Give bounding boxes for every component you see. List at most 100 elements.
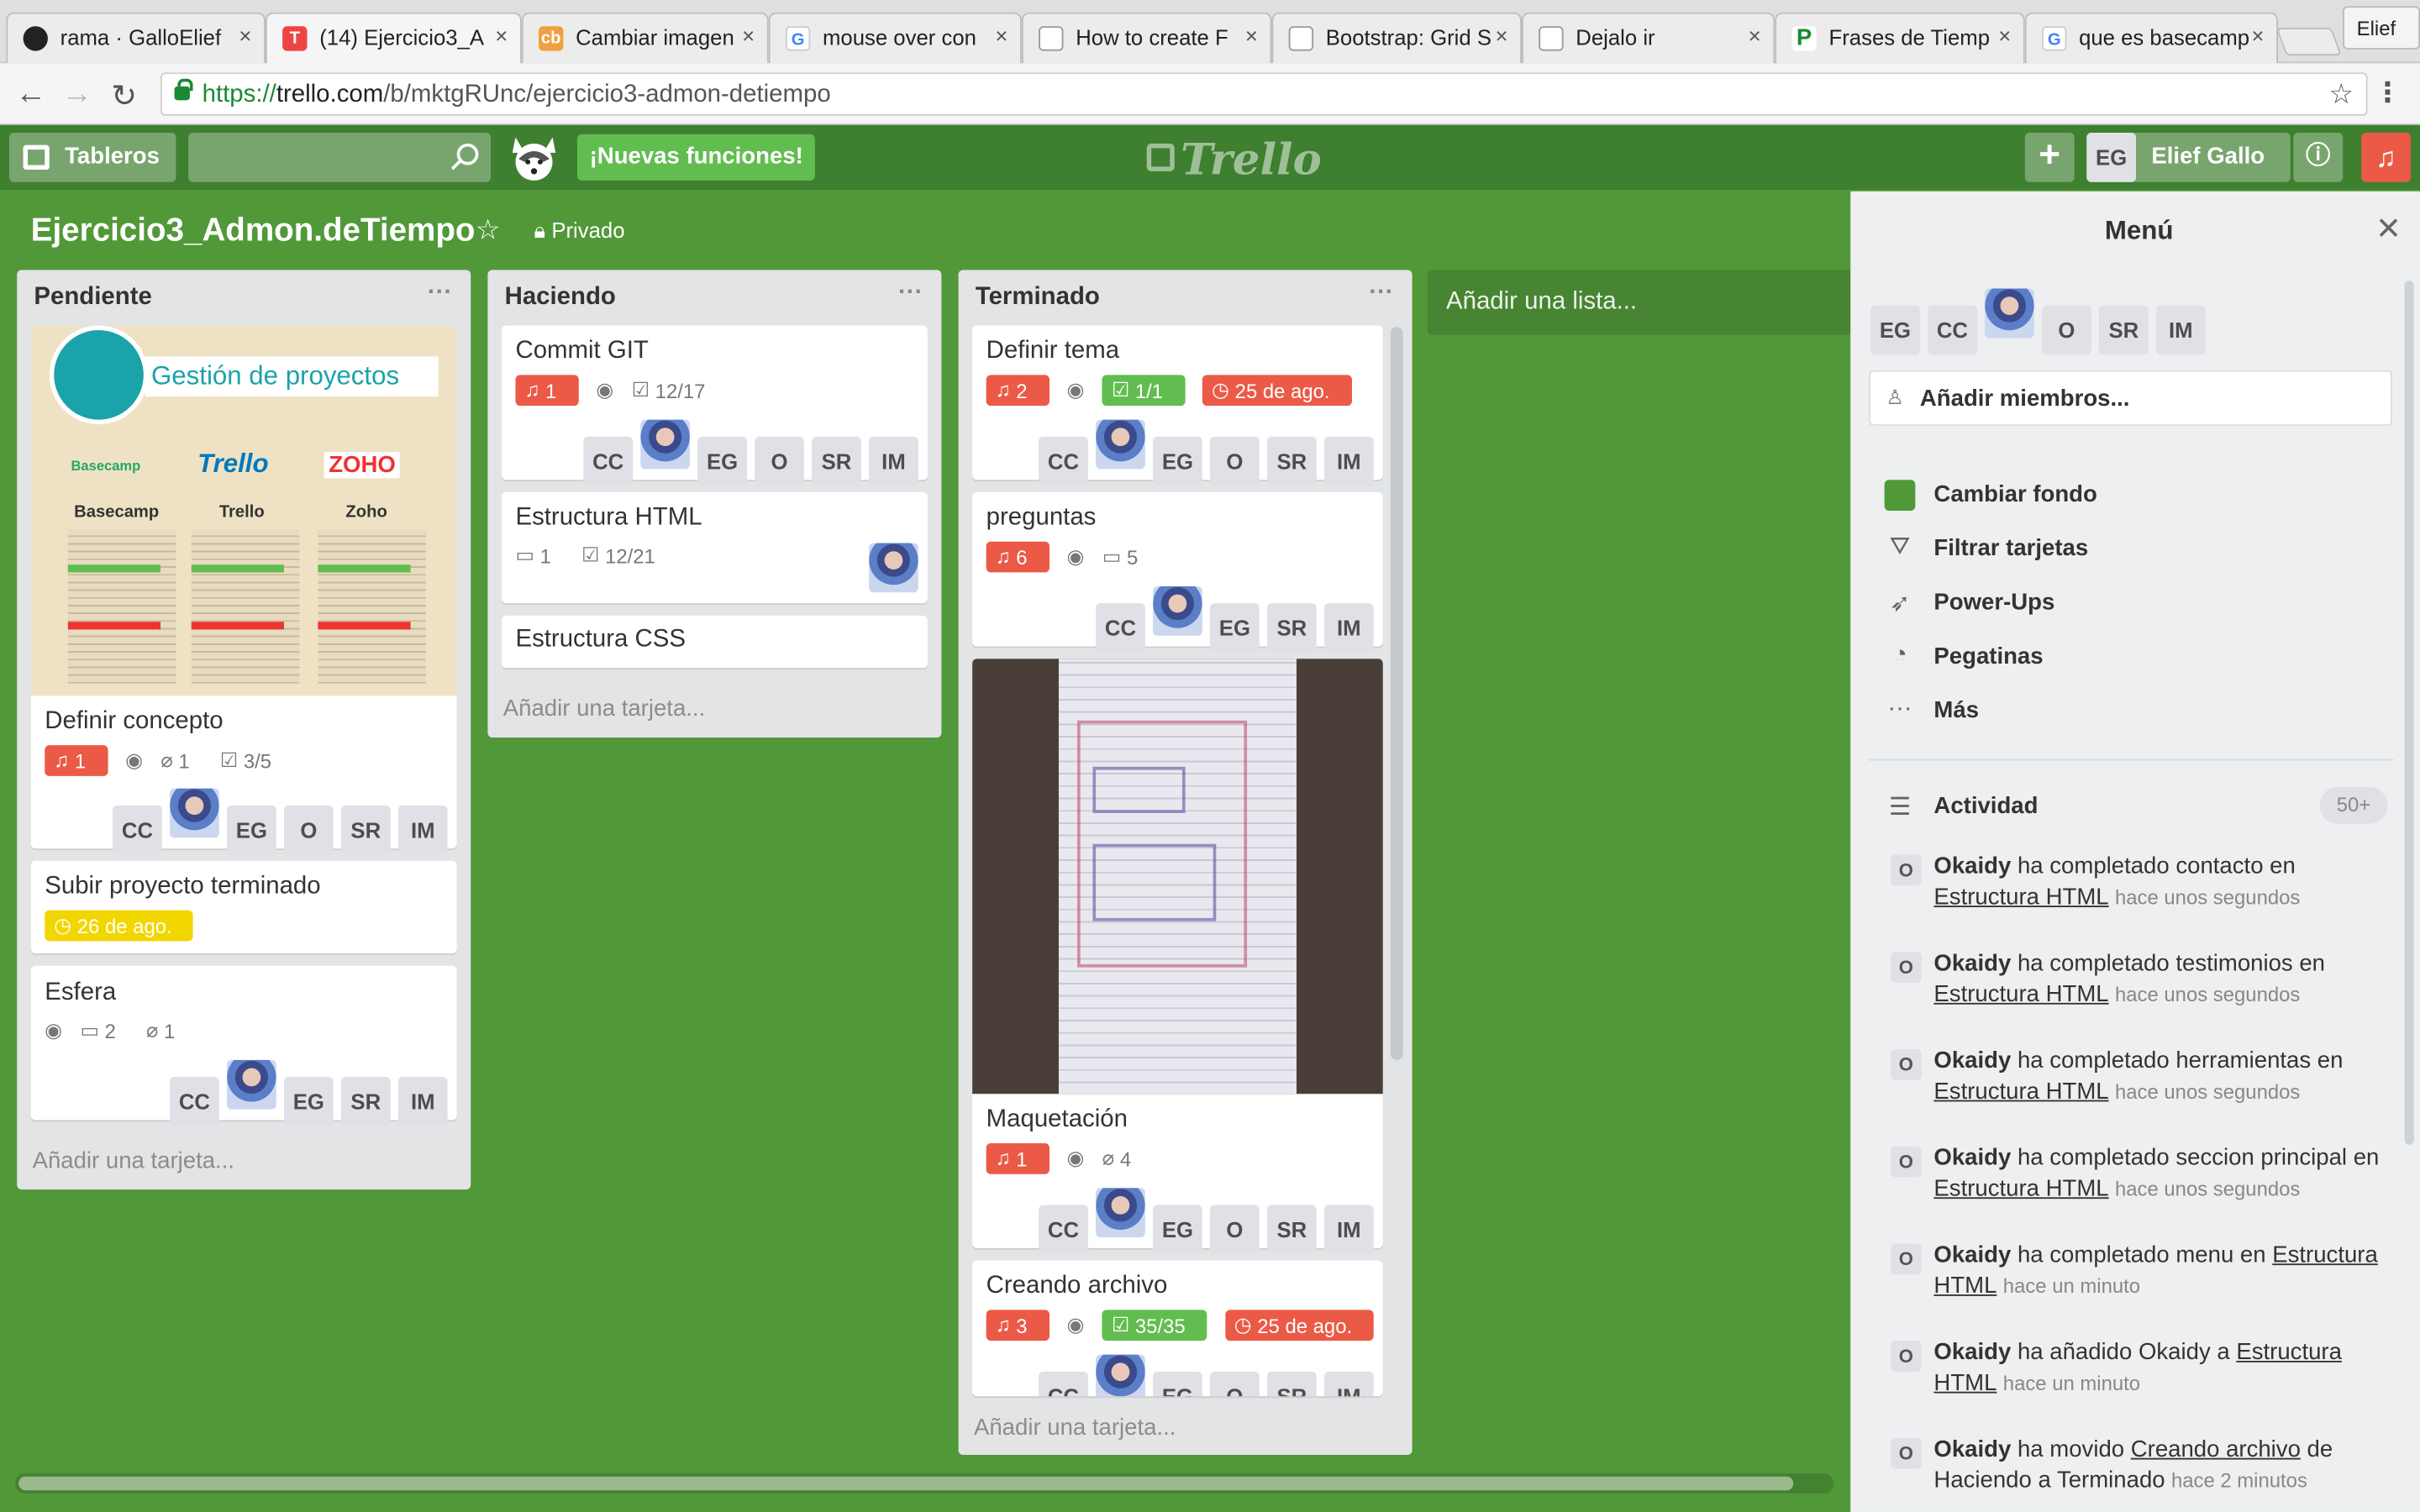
close-icon[interactable]: × <box>2251 24 2264 48</box>
member-avatar[interactable]: IM <box>397 805 448 855</box>
member-avatar[interactable]: SR <box>1266 436 1317 486</box>
card-estructura-css[interactable]: Estructura CSS <box>501 615 928 669</box>
add-members-button[interactable]: ♙ Añadir miembros... <box>1869 370 2392 426</box>
member-avatar[interactable]: IM <box>1323 603 1374 653</box>
member-avatar[interactable]: O <box>1209 436 1260 486</box>
member-avatar[interactable]: CC <box>1039 436 1088 486</box>
forward-icon[interactable]: → <box>61 77 92 113</box>
tab-dejalo-ir[interactable]: Dejalo ir × <box>1522 12 1776 64</box>
add-card-button[interactable]: Añadir una tarjeta... <box>33 1148 234 1174</box>
member-avatar[interactable]: IM <box>1323 436 1374 486</box>
close-icon[interactable]: × <box>495 24 508 48</box>
add-card-button[interactable]: Añadir una tarjeta... <box>503 696 705 722</box>
activity-card-link[interactable]: Estructura HTML <box>1933 981 2108 1007</box>
activity-card-link[interactable]: Creando archivo <box>2131 1436 2301 1462</box>
scrollbar-thumb[interactable] <box>18 1476 1794 1491</box>
member-avatar-photo[interactable] <box>170 788 219 838</box>
list-title[interactable]: Pendiente <box>34 284 151 312</box>
member-avatar-photo[interactable] <box>1096 1354 1145 1397</box>
tab-how-to-create[interactable]: How to create F × <box>1021 12 1272 64</box>
tab-frases[interactable]: P Frases de Tiemp × <box>1775 12 2025 64</box>
member-avatar-photo[interactable] <box>1096 419 1145 470</box>
profile-button[interactable]: Elief <box>2343 6 2420 50</box>
member-avatar[interactable]: SR <box>812 436 861 486</box>
menu-item-power-ups[interactable]: Power-Ups <box>1933 590 2054 616</box>
member-avatar[interactable]: EG <box>1153 436 1202 486</box>
star-icon[interactable]: ☆ <box>476 214 501 247</box>
list-menu-icon[interactable]: ··· <box>898 279 923 307</box>
card-commit-git[interactable]: Commit GIT ♫ 1 ◉ ☑ 12/17 CC EG O SR IM <box>501 325 928 486</box>
visibility-button[interactable]: 🔒︎ Privado <box>534 218 625 244</box>
member-avatar[interactable]: O <box>755 436 804 486</box>
member-avatar[interactable]: IM <box>2155 305 2206 355</box>
board-horizontal-scrollbar[interactable] <box>15 1473 1834 1494</box>
tab-mouse-over[interactable]: Gmouse over con × <box>768 12 1022 64</box>
member-avatar-photo[interactable] <box>640 419 691 470</box>
member-avatar[interactable]: CC <box>170 1077 219 1126</box>
member-avatar-photo[interactable] <box>1985 288 2034 339</box>
member-avatar[interactable]: CC <box>113 805 162 855</box>
member-avatar[interactable]: O <box>1209 1205 1260 1255</box>
member-avatar[interactable]: SR <box>1266 1371 1317 1397</box>
close-icon[interactable]: × <box>1749 24 1761 48</box>
card-maquetacion[interactable]: Maquetación ♫ 1 ◉ ⌀ 4 CC EG O SR IM <box>972 659 1383 1255</box>
back-icon[interactable]: ← <box>15 77 46 113</box>
card-estructura-html[interactable]: Estructura HTML ▭ 1 ☑ 12/21 <box>501 491 928 604</box>
member-avatar[interactable]: O <box>1209 1371 1260 1397</box>
activity-count-badge[interactable]: 50+ <box>2319 786 2388 824</box>
browser-menu-icon[interactable]: ⋮ <box>2374 77 2402 110</box>
add-card-button[interactable]: Añadir una tarjeta... <box>974 1415 1176 1441</box>
member-avatar[interactable]: EG <box>1153 1205 1202 1255</box>
list-title[interactable]: Terminado <box>976 284 1100 312</box>
notifications-bell-icon[interactable]: ♫ <box>2361 132 2411 182</box>
new-features-button[interactable]: ¡Nuevas funciones! <box>576 134 816 181</box>
tab-bootstrap[interactable]: Bootstrap: Grid S × <box>1271 12 1523 64</box>
menu-item-filtrar-tarjetas[interactable]: Filtrar tarjetas <box>1933 535 2088 561</box>
menu-item-pegatinas[interactable]: Pegatinas <box>1933 643 2043 669</box>
member-avatar[interactable]: EG <box>226 805 276 855</box>
list-pendiente[interactable]: Pendiente ··· Gestión de proyectos Basec… <box>17 270 471 1190</box>
card-esfera[interactable]: Esfera ◉ ▭ 2 ⌀ 1 CC EG SR IM <box>30 965 457 1126</box>
member-avatar[interactable]: CC <box>1928 305 1977 355</box>
user-menu-button[interactable]: EG Elief Gallo <box>2086 132 2291 182</box>
card-definir-concepto[interactable]: Gestión de proyectos Basecamp Trello ZOH… <box>30 325 457 855</box>
list-menu-icon[interactable]: ··· <box>1369 279 1393 307</box>
member-avatar-photo[interactable] <box>1096 1188 1145 1238</box>
close-icon[interactable]: × <box>995 24 1007 48</box>
list-terminado[interactable]: Terminado ··· Definir tema ♫ 2 ◉ ☑ 1/1 ◷… <box>958 270 1413 1456</box>
member-avatar[interactable]: SR <box>340 1077 391 1126</box>
close-icon[interactable]: × <box>239 24 251 48</box>
menu-item-cambiar-fondo[interactable]: Cambiar fondo <box>1933 481 2096 507</box>
trello-logo[interactable]: Trello <box>1146 134 1322 185</box>
close-icon[interactable]: × <box>1245 24 1258 48</box>
card-subir-proyecto[interactable]: Subir proyecto terminado ◷ 26 de ago. <box>30 860 457 954</box>
member-avatar[interactable]: IM <box>1323 1371 1374 1397</box>
add-list-button[interactable]: Añadir una lista... <box>1427 270 1853 335</box>
member-avatar[interactable]: SR <box>340 805 391 855</box>
close-icon[interactable]: × <box>1998 24 2011 48</box>
card-creando-archivo[interactable]: Creando archivo ♫ 3 ◉ ☑ 35/35 ◷ 25 de ag… <box>972 1260 1383 1397</box>
reload-icon[interactable]: ↻ <box>111 77 137 116</box>
member-avatar[interactable]: CC <box>1039 1205 1088 1255</box>
close-icon[interactable]: ✕ <box>2375 210 2402 249</box>
member-avatar-photo[interactable] <box>869 543 918 593</box>
member-avatar[interactable]: EG <box>1209 603 1260 653</box>
close-icon[interactable]: × <box>742 24 755 48</box>
list-scrollbar[interactable] <box>1390 327 1403 1060</box>
card-definir-tema[interactable]: Definir tema ♫ 2 ◉ ☑ 1/1 ◷ 25 de ago. CC… <box>972 325 1383 486</box>
tab-cambiar-imagen[interactable]: cb Cambiar imagen × <box>521 12 769 64</box>
member-avatar[interactable]: EG <box>697 436 747 486</box>
list-menu-icon[interactable]: ··· <box>428 279 452 307</box>
new-tab-button[interactable] <box>2275 28 2342 56</box>
member-avatar[interactable]: EG <box>1870 305 1920 355</box>
search-input[interactable] <box>188 132 492 182</box>
bookmark-star-icon[interactable]: ☆ <box>2328 79 2354 112</box>
member-avatar[interactable]: IM <box>869 436 918 486</box>
list-haciendo[interactable]: Haciendo ··· Commit GIT ♫ 1 ◉ ☑ 12/17 CC… <box>487 270 942 738</box>
activity-card-link[interactable]: Estructura HTML <box>1933 1176 2108 1202</box>
info-icon[interactable]: ⓘ <box>2293 132 2344 182</box>
member-avatar-photo[interactable] <box>1153 585 1202 636</box>
url-input[interactable]: https://trello.com/b/mktgRUnc/ejercicio3… <box>160 72 2368 116</box>
member-avatar[interactable]: CC <box>583 436 634 486</box>
add-icon[interactable]: + <box>2024 132 2075 182</box>
